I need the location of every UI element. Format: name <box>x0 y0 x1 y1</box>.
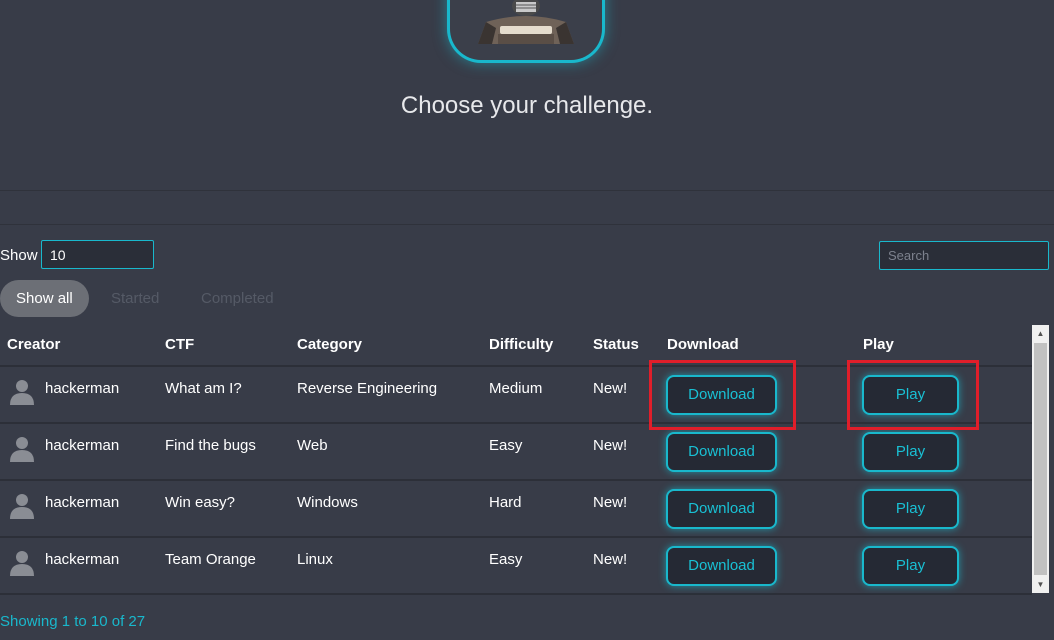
play-button[interactable]: Play <box>862 489 959 529</box>
category-cell: Reverse Engineering <box>297 380 438 397</box>
show-entries-input[interactable] <box>41 240 154 269</box>
ctf-cell: Find the bugs <box>165 437 256 454</box>
difficulty-cell: Hard <box>489 494 522 511</box>
column-header-status[interactable]: Status <box>593 336 639 353</box>
scroll-thumb[interactable] <box>1034 343 1047 575</box>
search-input[interactable] <box>879 241 1049 270</box>
status-cell: New! <box>593 437 628 454</box>
column-header-creator[interactable]: Creator <box>7 336 60 353</box>
ctf-cell: What am I? <box>165 380 242 397</box>
download-button[interactable]: Download <box>666 546 777 586</box>
table-row: hackerman Find the bugs Web Easy New! Do… <box>0 424 1032 481</box>
ctf-cell: Team Orange <box>165 551 256 568</box>
play-button[interactable]: Play <box>862 375 959 415</box>
creator-cell: hackerman <box>45 380 120 397</box>
scroll-up-icon[interactable]: ▲ <box>1032 325 1049 342</box>
status-cell: New! <box>593 494 628 511</box>
creator-cell: hackerman <box>45 551 120 568</box>
column-header-category[interactable]: Category <box>297 336 362 353</box>
hacker-avatar-icon <box>447 0 605 63</box>
table-scrollbar[interactable]: ▲ ▼ <box>1032 325 1049 593</box>
category-cell: Linux <box>297 551 333 568</box>
filter-tab-show-all[interactable]: Show all <box>0 280 89 317</box>
difficulty-cell: Easy <box>489 437 523 454</box>
category-cell: Windows <box>297 494 358 511</box>
user-icon <box>10 437 34 462</box>
table-header: Creator CTF Category Difficulty Status D… <box>0 325 1032 367</box>
ctf-cell: Win easy? <box>165 494 236 511</box>
creator-cell: hackerman <box>45 437 120 454</box>
filter-tab-completed[interactable]: Completed <box>201 280 274 317</box>
download-button[interactable]: Download <box>666 375 777 415</box>
column-header-ctf[interactable]: CTF <box>165 336 194 353</box>
pagination-info: Showing 1 to 10 of 27 <box>0 613 146 630</box>
column-header-play[interactable]: Play <box>863 336 894 353</box>
challenge-page: Choose your challenge. Show Show all Sta… <box>0 0 1054 640</box>
scroll-down-icon[interactable]: ▼ <box>1032 576 1049 593</box>
download-button[interactable]: Download <box>666 489 777 529</box>
difficulty-cell: Easy <box>489 551 523 568</box>
column-header-difficulty[interactable]: Difficulty <box>489 336 553 353</box>
user-icon <box>10 380 34 405</box>
table-row: hackerman Team Orange Linux Easy New! Do… <box>0 538 1032 595</box>
play-button[interactable]: Play <box>862 546 959 586</box>
category-cell: Web <box>297 437 328 454</box>
section-divider <box>0 190 1054 225</box>
challenge-table: Creator CTF Category Difficulty Status D… <box>0 325 1032 595</box>
filter-tab-started[interactable]: Started <box>111 280 159 317</box>
page-title: Choose your challenge. <box>400 92 654 119</box>
user-icon <box>10 551 34 576</box>
play-button[interactable]: Play <box>862 432 959 472</box>
user-icon <box>10 494 34 519</box>
creator-cell: hackerman <box>45 494 120 511</box>
status-cell: New! <box>593 380 628 397</box>
difficulty-cell: Medium <box>489 380 543 397</box>
status-cell: New! <box>593 551 628 568</box>
table-row: hackerman What am I? Reverse Engineering… <box>0 367 1032 424</box>
table-row: hackerman Win easy? Windows Hard New! Do… <box>0 481 1032 538</box>
hacker-figure-icon <box>478 0 574 44</box>
download-button[interactable]: Download <box>666 432 777 472</box>
column-header-download[interactable]: Download <box>667 336 739 353</box>
show-entries-label: Show <box>0 247 38 264</box>
